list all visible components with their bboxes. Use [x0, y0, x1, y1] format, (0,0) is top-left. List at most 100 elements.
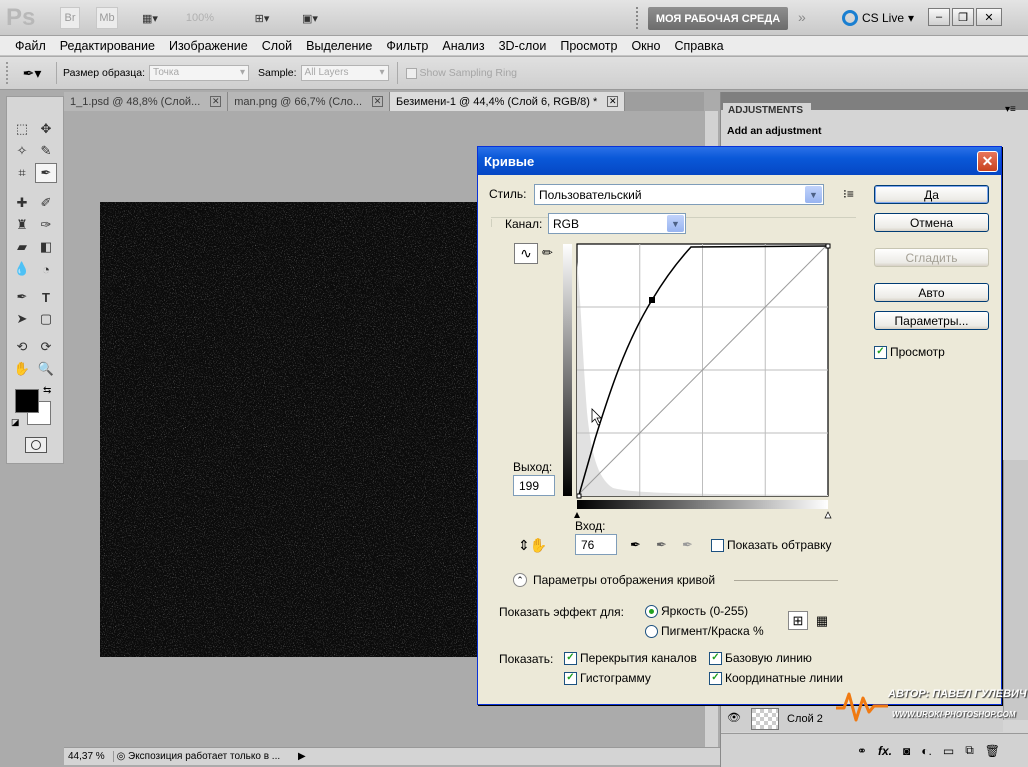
mask-icon[interactable]: ◙: [903, 744, 910, 758]
black-eyedropper-icon[interactable]: ✒: [630, 537, 641, 553]
channel-select[interactable]: RGB ▼: [548, 213, 686, 234]
hand-tool-icon[interactable]: ✋: [11, 359, 33, 379]
tab-document-3[interactable]: Безимени-1 @ 44,4% (Слой 6, RGB/8) * ✕: [390, 92, 626, 111]
input-field[interactable]: 76: [575, 534, 617, 555]
preview-checkbox[interactable]: ✓ Просмотр: [874, 345, 945, 359]
3d-rotate-tool-icon[interactable]: ⟲: [11, 337, 33, 357]
minibridge-icon[interactable]: Mb: [96, 7, 118, 29]
3d-orbit-tool-icon[interactable]: ⟳: [35, 337, 57, 357]
menu-help[interactable]: Справка: [667, 39, 730, 53]
healing-brush-tool-icon[interactable]: ✚: [11, 193, 33, 213]
quick-selection-tool-icon[interactable]: ✎: [35, 141, 57, 161]
menu-layer[interactable]: Слой: [255, 39, 299, 53]
path-selection-tool-icon[interactable]: ➤: [11, 309, 33, 329]
menu-select[interactable]: Выделение: [299, 39, 379, 53]
move-tool-icon[interactable]: ✥: [35, 119, 57, 139]
menu-filter[interactable]: Фильтр: [379, 39, 435, 53]
group-icon[interactable]: ▭: [943, 744, 954, 758]
close-icon[interactable]: ✕: [210, 96, 222, 107]
tab-document-1[interactable]: 1_1.psd @ 48,8% (Слой... ✕: [64, 92, 229, 111]
crop-tool-icon[interactable]: ⌗: [11, 163, 33, 183]
curve-point-mode-icon[interactable]: ∿: [514, 243, 538, 264]
quick-mask-icon[interactable]: [25, 437, 47, 453]
zoom-tool-icon[interactable]: 🔍: [35, 359, 57, 379]
menu-3d[interactable]: 3D-слои: [492, 39, 554, 53]
dodge-tool-icon[interactable]: ◔: [35, 259, 57, 279]
layers-scrollbar[interactable]: [1003, 460, 1028, 720]
menu-file[interactable]: Файл: [8, 39, 53, 53]
arrange-documents-icon[interactable]: ⊞▾: [246, 7, 278, 29]
preset-options-icon[interactable]: ⁝≡: [843, 187, 854, 201]
status-menu-arrow-icon[interactable]: ▶: [298, 751, 306, 762]
pencil-icon[interactable]: ✏: [542, 245, 553, 261]
menu-view[interactable]: Просмотр: [553, 39, 624, 53]
more-workspaces-icon[interactable]: »: [798, 9, 806, 25]
style-select[interactable]: Пользовательский ▼: [534, 184, 824, 205]
baseline-checkbox[interactable]: ✓ Базовую линию: [709, 651, 812, 665]
collapse-icon[interactable]: ⌃: [513, 573, 527, 587]
workspace-button[interactable]: МОЯ РАБОЧАЯ СРЕДА: [648, 7, 788, 30]
white-eyedropper-icon[interactable]: ✒: [682, 537, 693, 553]
intersection-line-checkbox[interactable]: ✓ Координатные линии: [709, 671, 843, 685]
simple-grid-icon[interactable]: ⊞: [788, 611, 808, 630]
sampling-ring-checkbox[interactable]: [405, 67, 417, 79]
minimize-button[interactable]: –: [928, 8, 950, 26]
clone-stamp-tool-icon[interactable]: ♜: [11, 215, 33, 235]
adjustment-layer-icon[interactable]: ◐.: [921, 744, 932, 758]
sample-select[interactable]: All Layers ▾: [300, 65, 389, 81]
screen-mode-icon[interactable]: ▣▾: [294, 7, 326, 29]
menu-window[interactable]: Окно: [624, 39, 667, 53]
curves-graph[interactable]: [563, 242, 833, 522]
view-extras-icon[interactable]: ▦▾: [134, 7, 166, 29]
document-canvas[interactable]: [100, 202, 480, 657]
panel-menu-icon[interactable]: ▾≡: [1005, 104, 1016, 115]
marquee-tool-icon[interactable]: ⬚: [11, 119, 33, 139]
history-brush-tool-icon[interactable]: ✑: [35, 215, 57, 235]
shape-tool-icon[interactable]: ▢: [35, 309, 57, 329]
detailed-grid-icon[interactable]: ▦: [812, 611, 832, 630]
show-clipping-checkbox[interactable]: Показать обтравку: [711, 538, 832, 552]
trash-icon[interactable]: 🗑: [985, 744, 1000, 758]
close-icon[interactable]: ✕: [607, 96, 619, 107]
cs-live-button[interactable]: CS Live ▾: [842, 8, 914, 28]
restore-button[interactable]: ❐: [952, 8, 974, 26]
close-icon[interactable]: ✕: [372, 96, 384, 107]
brush-tool-icon[interactable]: ✐: [35, 193, 57, 213]
type-tool-icon[interactable]: T: [35, 287, 57, 307]
swap-colors-icon[interactable]: ⇆: [43, 385, 51, 396]
eye-icon[interactable]: 👁: [727, 711, 741, 724]
close-button[interactable]: ✕: [976, 8, 1002, 26]
output-field[interactable]: 199: [513, 475, 555, 496]
menu-image[interactable]: Изображение: [162, 39, 255, 53]
menu-edit[interactable]: Редактирование: [53, 39, 162, 53]
eraser-tool-icon[interactable]: ▰: [11, 237, 33, 257]
zoom-readout[interactable]: 44,37 %: [64, 751, 114, 762]
eyedropper-preset-icon[interactable]: ✒▾: [14, 65, 50, 82]
histogram-checkbox[interactable]: ✓ Гистограмму: [564, 671, 651, 685]
gray-eyedropper-icon[interactable]: ✒: [656, 537, 667, 553]
blur-tool-icon[interactable]: 💧: [11, 259, 33, 279]
bridge-icon[interactable]: Br: [60, 7, 80, 29]
link-icon[interactable]: ⚭: [857, 744, 867, 758]
tab-document-2[interactable]: man.png @ 66,7% (Сло... ✕: [228, 92, 391, 111]
pen-tool-icon[interactable]: ✒: [11, 287, 33, 307]
ok-button[interactable]: Да: [874, 185, 989, 204]
sample-size-select[interactable]: Точка ▾: [149, 65, 250, 81]
pigment-radio[interactable]: Пигмент/Краска %: [645, 624, 764, 638]
cancel-button[interactable]: Отмена: [874, 213, 989, 232]
channel-overlays-checkbox[interactable]: ✓ Перекрытия каналов: [564, 651, 697, 665]
auto-button[interactable]: Авто: [874, 283, 989, 302]
smooth-button[interactable]: Сгладить: [874, 248, 989, 267]
eyedropper-tool-icon[interactable]: ✒: [35, 163, 57, 183]
paint-bucket-tool-icon[interactable]: ◧: [35, 237, 57, 257]
dialog-close-button[interactable]: ✕: [977, 151, 998, 172]
fx-icon[interactable]: fx.: [878, 744, 892, 758]
foreground-color-swatch[interactable]: [15, 389, 39, 413]
light-radio[interactable]: Яркость (0-255): [645, 604, 748, 618]
adjustments-tab[interactable]: ADJUSTMENTS: [723, 103, 811, 119]
default-colors-icon[interactable]: ◪: [11, 417, 20, 428]
menu-analysis[interactable]: Анализ: [435, 39, 491, 53]
zoom-level[interactable]: 100%: [182, 7, 218, 29]
lasso-tool-icon[interactable]: ✧: [11, 141, 33, 161]
on-image-adjust-icon[interactable]: ⇕✋: [518, 537, 547, 554]
